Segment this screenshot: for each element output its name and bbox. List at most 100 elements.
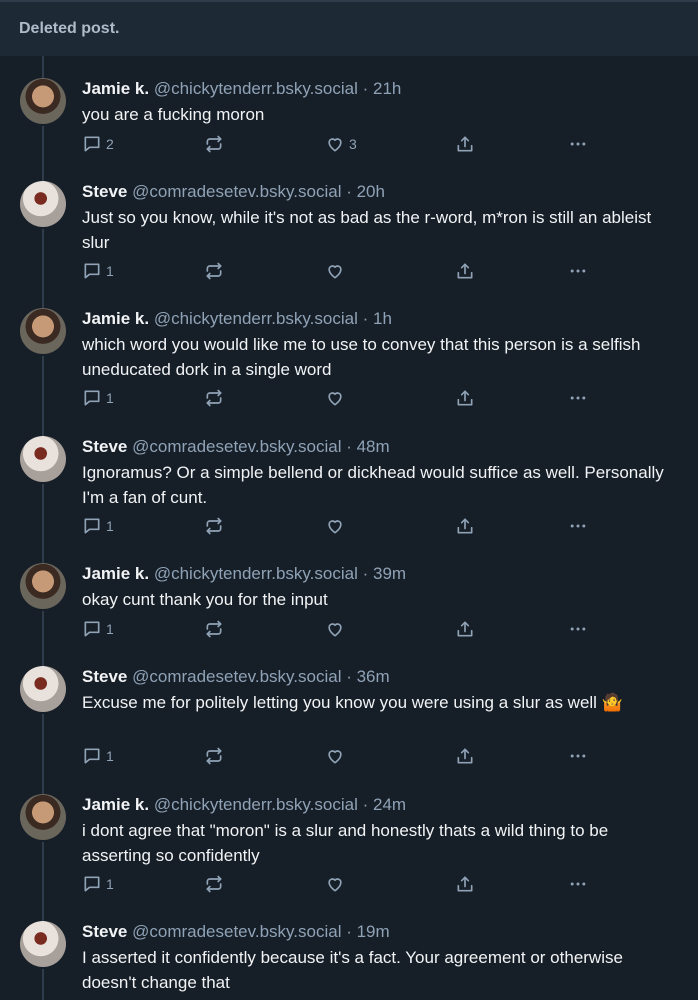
author-handle[interactable]: @comradesetev.bsky.social	[132, 437, 341, 456]
reply-icon	[84, 136, 100, 152]
separator-dot: ·	[357, 309, 373, 328]
post-header: Steve @comradesetev.bsky.social · 36m	[82, 666, 390, 688]
more-icon	[570, 142, 586, 146]
repost-button[interactable]	[204, 388, 224, 408]
repost-button[interactable]	[204, 619, 224, 639]
author-handle[interactable]: @chickytenderr.bsky.social	[154, 309, 358, 328]
share-button[interactable]	[455, 619, 475, 639]
post-time[interactable]: 20h	[357, 182, 385, 201]
more-icon	[570, 396, 586, 400]
author-name[interactable]: Steve	[82, 437, 127, 456]
post-text: I asserted it confidently because it's a…	[82, 948, 623, 992]
author-name[interactable]: Jamie k.	[82, 795, 149, 814]
author-handle[interactable]: @comradesetev.bsky.social	[132, 182, 341, 201]
share-button[interactable]	[455, 388, 475, 408]
reply-button[interactable]: 1	[82, 261, 114, 281]
share-icon	[457, 748, 473, 764]
reply-button[interactable]: 1	[82, 746, 114, 766]
avatar[interactable]	[20, 181, 66, 227]
more-icon	[570, 524, 586, 528]
thread-line	[42, 714, 44, 794]
post-time[interactable]: 19m	[357, 922, 390, 941]
avatar[interactable]	[20, 563, 66, 609]
reply-button[interactable]: 1	[82, 388, 114, 408]
post-time[interactable]: 39m	[373, 564, 406, 583]
reply-count: 2	[106, 136, 114, 152]
post-header: Steve @comradesetev.bsky.social · 19m	[82, 921, 390, 943]
avatar[interactable]	[20, 921, 66, 967]
more-options-button[interactable]	[568, 746, 588, 766]
author-name[interactable]: Steve	[82, 182, 127, 201]
post-time[interactable]: 48m	[357, 437, 390, 456]
author-handle[interactable]: @chickytenderr.bsky.social	[154, 564, 358, 583]
post-text: Ignoramus? Or a simple bellend or dickhe…	[82, 463, 664, 507]
like-button[interactable]	[325, 388, 349, 408]
author-handle[interactable]: @comradesetev.bsky.social	[132, 667, 341, 686]
repost-button[interactable]	[204, 874, 224, 894]
more-options-button[interactable]	[568, 516, 588, 536]
post-actions: 1	[82, 388, 602, 412]
avatar[interactable]	[20, 436, 66, 482]
post-time[interactable]: 36m	[357, 667, 390, 686]
author-name[interactable]: Steve	[82, 922, 127, 941]
like-button[interactable]	[325, 261, 349, 281]
more-options-button[interactable]	[568, 619, 588, 639]
like-button[interactable]	[325, 619, 349, 639]
author-name[interactable]: Steve	[82, 667, 127, 686]
separator-dot: ·	[357, 795, 373, 814]
post-header: Jamie k. @chickytenderr.bsky.social · 1h	[82, 308, 392, 330]
like-button[interactable]	[325, 516, 349, 536]
like-count: 3	[349, 136, 357, 152]
reply-button[interactable]: 1	[82, 874, 114, 894]
like-button[interactable]: 3	[325, 134, 357, 154]
post-time[interactable]: 1h	[373, 309, 392, 328]
author-handle[interactable]: @chickytenderr.bsky.social	[154, 795, 358, 814]
post-time[interactable]: 24m	[373, 795, 406, 814]
avatar[interactable]	[20, 794, 66, 840]
more-options-button[interactable]	[568, 388, 588, 408]
share-icon	[457, 390, 473, 406]
repost-button[interactable]	[204, 261, 224, 281]
share-button[interactable]	[455, 746, 475, 766]
avatar[interactable]	[20, 308, 66, 354]
post-text: Excuse me for politely letting you know …	[82, 693, 623, 712]
thread-line	[42, 229, 44, 308]
repost-button[interactable]	[204, 746, 224, 766]
thread-line	[42, 356, 44, 436]
share-button[interactable]	[455, 516, 475, 536]
reply-icon	[84, 621, 100, 637]
author-name[interactable]: Jamie k.	[82, 79, 149, 98]
share-button[interactable]	[455, 261, 475, 281]
like-button[interactable]	[325, 874, 349, 894]
post-text: i dont agree that "moron" is a slur and …	[82, 821, 609, 865]
post-header: Jamie k. @chickytenderr.bsky.social · 39…	[82, 563, 406, 585]
share-button[interactable]	[455, 874, 475, 894]
more-options-button[interactable]	[568, 874, 588, 894]
author-handle[interactable]: @chickytenderr.bsky.social	[154, 79, 358, 98]
reply-icon	[84, 518, 100, 534]
reply-icon	[84, 876, 100, 892]
post-text: Just so you know, while it's not as bad …	[82, 208, 652, 252]
post-time[interactable]: 21h	[373, 79, 401, 98]
share-button[interactable]	[455, 134, 475, 154]
post-header: Steve @comradesetev.bsky.social · 48m	[82, 436, 390, 458]
thread-line	[42, 484, 44, 563]
more-options-button[interactable]	[568, 261, 588, 281]
deleted-post-notice[interactable]: Deleted post.	[0, 2, 698, 56]
reply-button[interactable]: 1	[82, 516, 114, 536]
author-name[interactable]: Jamie k.	[82, 564, 149, 583]
heart-icon	[328, 750, 342, 764]
avatar[interactable]	[20, 78, 66, 124]
author-handle[interactable]: @comradesetev.bsky.social	[132, 922, 341, 941]
repost-button[interactable]	[204, 134, 224, 154]
reply-button[interactable]: 2	[82, 134, 114, 154]
author-name[interactable]: Jamie k.	[82, 309, 149, 328]
reply-icon	[84, 390, 100, 406]
avatar[interactable]	[20, 666, 66, 712]
reply-button[interactable]: 1	[82, 619, 114, 639]
like-button[interactable]	[325, 746, 349, 766]
repost-icon	[206, 135, 222, 153]
separator-dot: ·	[357, 79, 373, 98]
more-options-button[interactable]	[568, 134, 588, 154]
repost-button[interactable]	[204, 516, 224, 536]
